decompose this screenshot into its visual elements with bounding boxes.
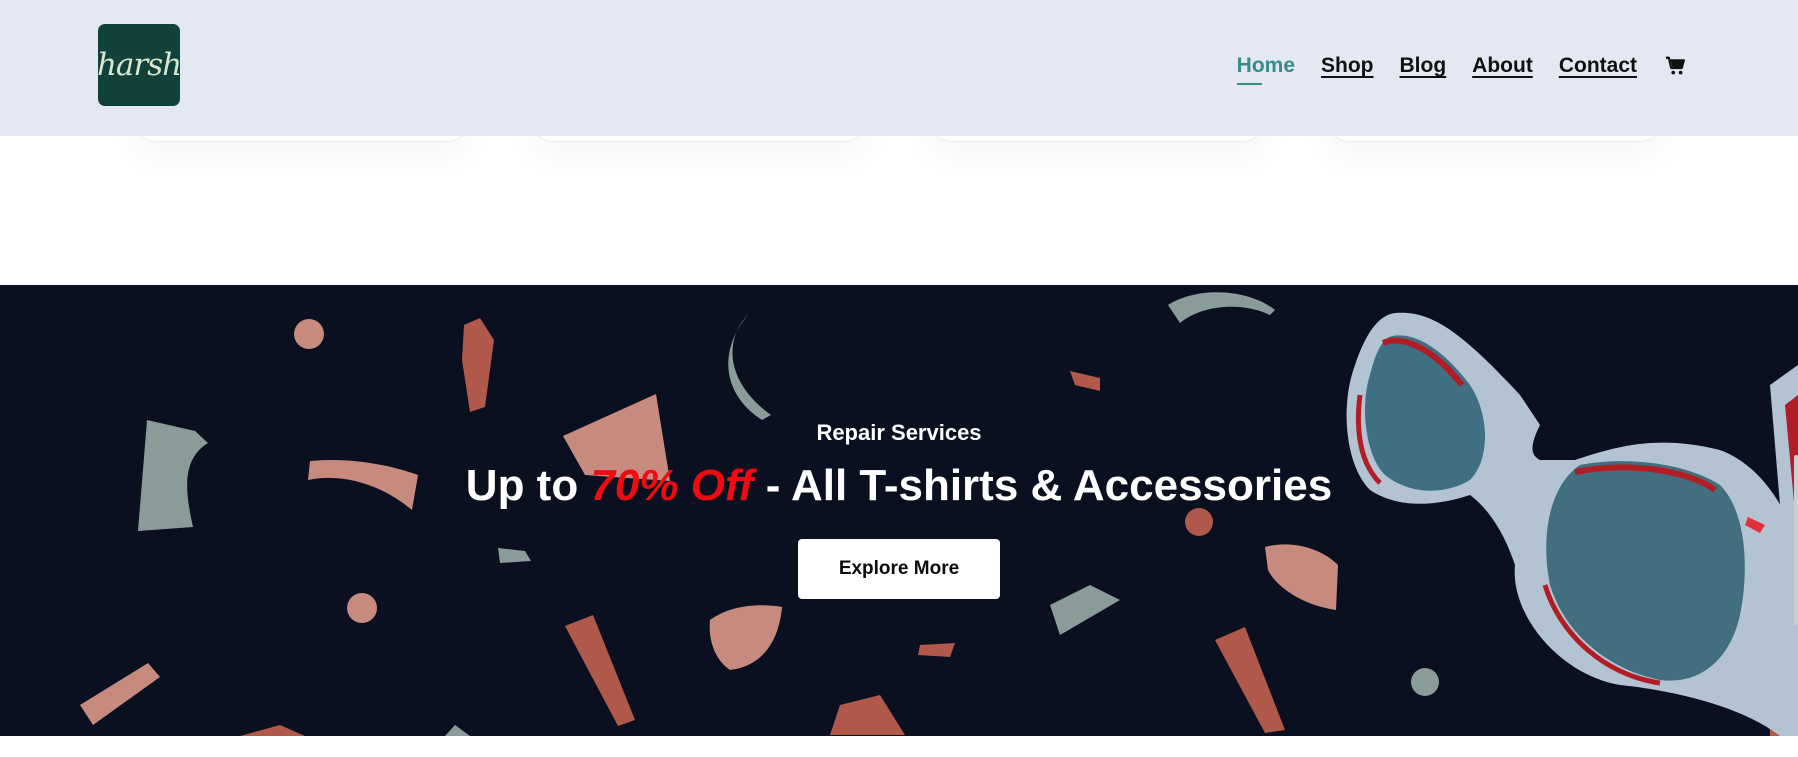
- sunglasses-image: [1346, 312, 1798, 736]
- site-logo[interactable]: harsh: [96, 24, 182, 106]
- logo-text: harsh: [96, 47, 182, 83]
- cart-icon[interactable]: [1665, 55, 1687, 77]
- headline-suffix: - All T-shirts & Accessories: [753, 461, 1333, 510]
- nav-shop-link[interactable]: Shop: [1321, 54, 1374, 78]
- headline-highlight: 70% Off: [590, 461, 754, 510]
- banner-eyebrow: Repair Services: [816, 420, 982, 445]
- nav-contact-link[interactable]: Contact: [1559, 54, 1637, 78]
- nav-about-link[interactable]: About: [1472, 54, 1533, 78]
- explore-more-button[interactable]: Explore More: [798, 539, 1000, 599]
- banner-headline: Up to 70% Off - All T-shirts & Accessori…: [0, 461, 1798, 511]
- main-nav: Home Shop Blog About Contact: [1211, 54, 1687, 85]
- nav-blog-link[interactable]: Blog: [1400, 54, 1447, 78]
- site-header: harsh Home Shop Blog About Contact: [0, 0, 1798, 136]
- nav-home-link[interactable]: Home: [1236, 54, 1295, 85]
- promo-banner: Repair Services Up to 70% Off - All T-sh…: [0, 285, 1798, 736]
- headline-prefix: Up to: [465, 461, 591, 510]
